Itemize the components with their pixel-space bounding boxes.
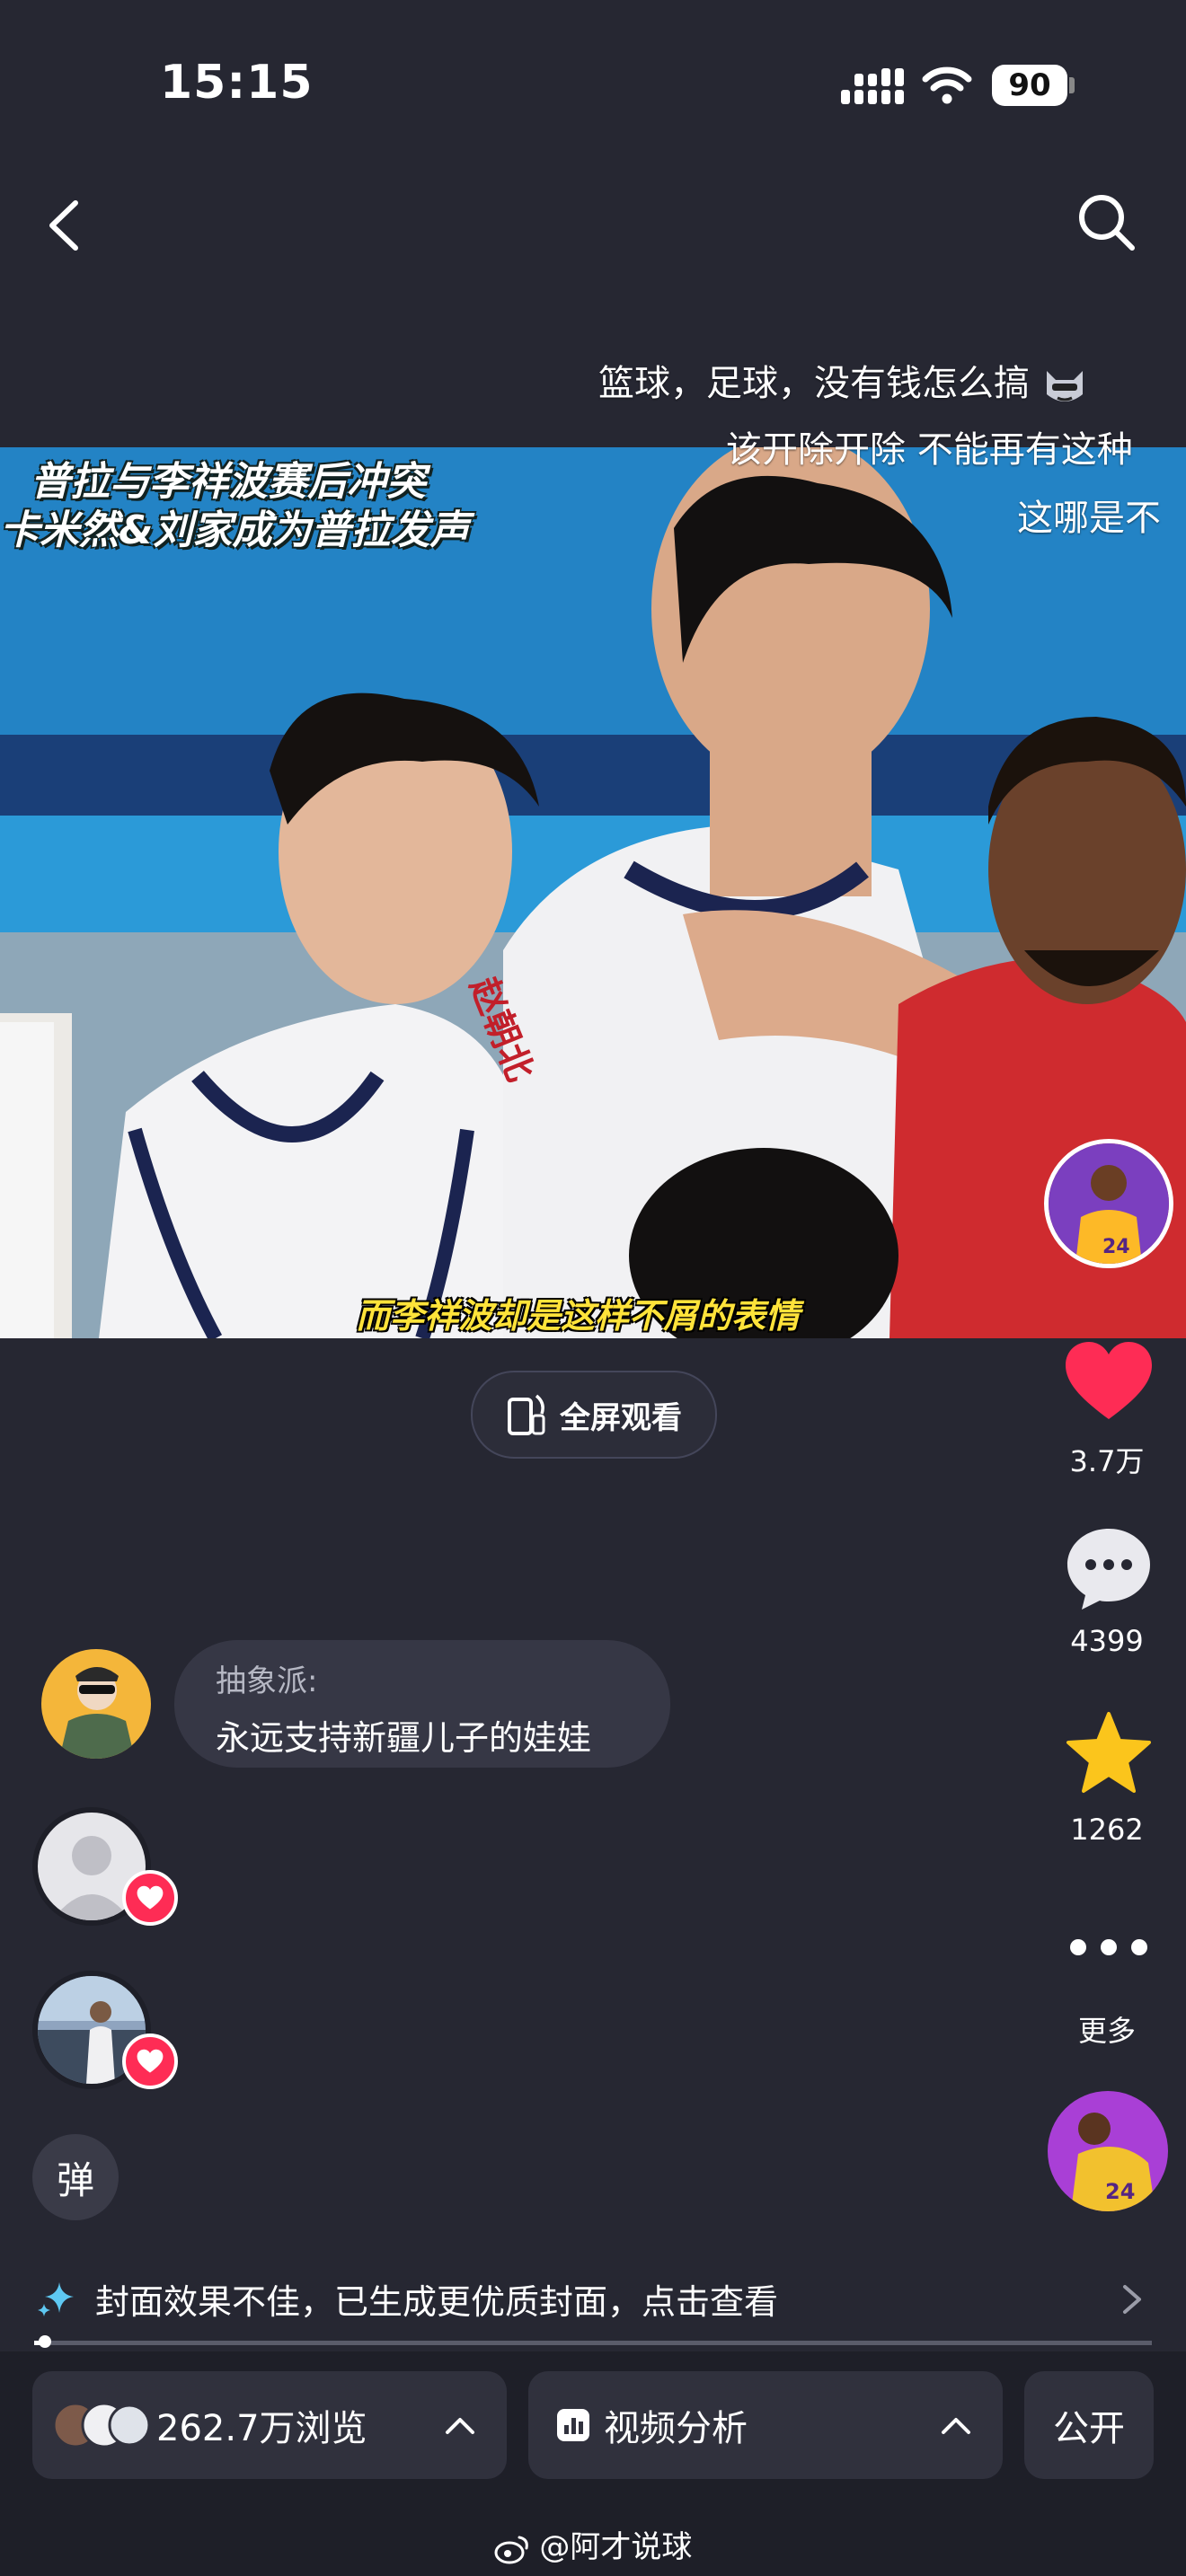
weibo-logo-icon xyxy=(494,2536,528,2563)
comment-text: 永远支持新疆儿子的娃娃 xyxy=(216,1718,592,1758)
video-frame xyxy=(0,447,1186,1338)
cat-emoji-icon xyxy=(1046,371,1083,401)
danmu-comment: 篮球，足球，没有钱怎么搞 xyxy=(598,354,1088,407)
views-count: 262.7万浏览 xyxy=(156,2408,367,2449)
sparkle-icon xyxy=(38,2281,74,2316)
watermark: @阿才说球 xyxy=(0,2522,1186,2566)
more-label[interactable]: 更多 xyxy=(1053,2008,1161,2050)
cover-notice[interactable]: 封面效果不佳，已生成更优质封面，点击查看 xyxy=(36,2274,778,2324)
liked-heart-badge xyxy=(122,2033,178,2089)
danmu-toggle-button[interactable]: 弹 xyxy=(32,2134,119,2220)
svg-text:24: 24 xyxy=(1105,2179,1135,2204)
analysis-chart-icon xyxy=(557,2409,589,2441)
danmu-toggle-label: 弹 xyxy=(56,2157,94,2202)
battery-indicator: 90 xyxy=(992,65,1067,106)
commenter-avatar[interactable] xyxy=(41,1649,151,1759)
favorite-star-icon[interactable] xyxy=(1064,1710,1154,1796)
video-analysis-label: 视频分析 xyxy=(604,2408,748,2449)
search-icon[interactable] xyxy=(1075,190,1139,255)
like-count: 3.7万 xyxy=(1069,1444,1145,1478)
chevron-right-icon[interactable] xyxy=(1120,2281,1145,2317)
public-label: 公开 xyxy=(1053,2408,1125,2449)
comment-icon[interactable] xyxy=(1064,1525,1154,1611)
video-player[interactable]: 普拉与李祥波赛后冲突 卡米然&刘家成为普拉发声 赵朝北 而李祥波却是这样不屑的表… xyxy=(0,447,1186,1338)
viewer-avatars-icon xyxy=(52,2402,149,2448)
music-cover-image: 24 xyxy=(1048,2091,1168,2211)
liked-heart-badge xyxy=(122,1870,178,1926)
cover-notice-text: 封面效果不佳，已生成更优质封面，点击查看 xyxy=(95,2282,779,2322)
music-disc[interactable]: 24 xyxy=(1048,2091,1168,2211)
video-analysis-pill[interactable]: 视频分析 xyxy=(528,2371,1003,2479)
progress-handle[interactable] xyxy=(39,2335,52,2348)
heart-icon xyxy=(137,1885,164,1910)
public-button[interactable]: 公开 xyxy=(1024,2371,1154,2479)
chevron-up-icon xyxy=(446,2418,474,2434)
video-subtitle: 而李祥波却是这样不屑的表情 xyxy=(356,1296,801,1336)
comment-count: 4399 xyxy=(1070,1624,1144,1658)
creator-avatar[interactable]: 24 xyxy=(1044,1139,1173,1268)
watermark-text: @阿才说球 xyxy=(539,2529,693,2565)
kobe-avatar-image: 24 xyxy=(1049,1143,1169,1264)
status-time: 15:15 xyxy=(160,56,314,110)
video-title-line2: 卡米然&刘家成为普拉发声 xyxy=(0,507,470,553)
fullscreen-label: 全屏观看 xyxy=(560,1399,682,1436)
chevron-up-icon xyxy=(942,2418,970,2434)
views-pill[interactable]: 262.7万浏览 xyxy=(32,2371,507,2479)
danmu-comment: 该开除开除 不能再有这种 xyxy=(726,429,1133,471)
cellular-signal-icon xyxy=(841,68,904,104)
battery-tip xyxy=(1069,77,1075,93)
wifi-icon xyxy=(922,66,972,104)
favorite-count: 1262 xyxy=(1070,1813,1144,1847)
svg-text:24: 24 xyxy=(1102,1236,1130,1258)
back-icon[interactable] xyxy=(40,194,93,257)
danmu-comment: 这哪是不 xyxy=(1017,498,1161,539)
fullscreen-button[interactable]: 全屏观看 xyxy=(471,1371,717,1459)
like-heart-icon[interactable] xyxy=(1064,1340,1154,1423)
cartoon-avatar-image xyxy=(41,1649,151,1759)
rotate-phone-icon xyxy=(508,1394,545,1435)
more-dots-icon[interactable] xyxy=(1067,1931,1150,1963)
heart-icon xyxy=(137,2049,164,2073)
comment-username: 抽象派: xyxy=(216,1663,318,1699)
progress-track[interactable] xyxy=(34,2341,1152,2345)
